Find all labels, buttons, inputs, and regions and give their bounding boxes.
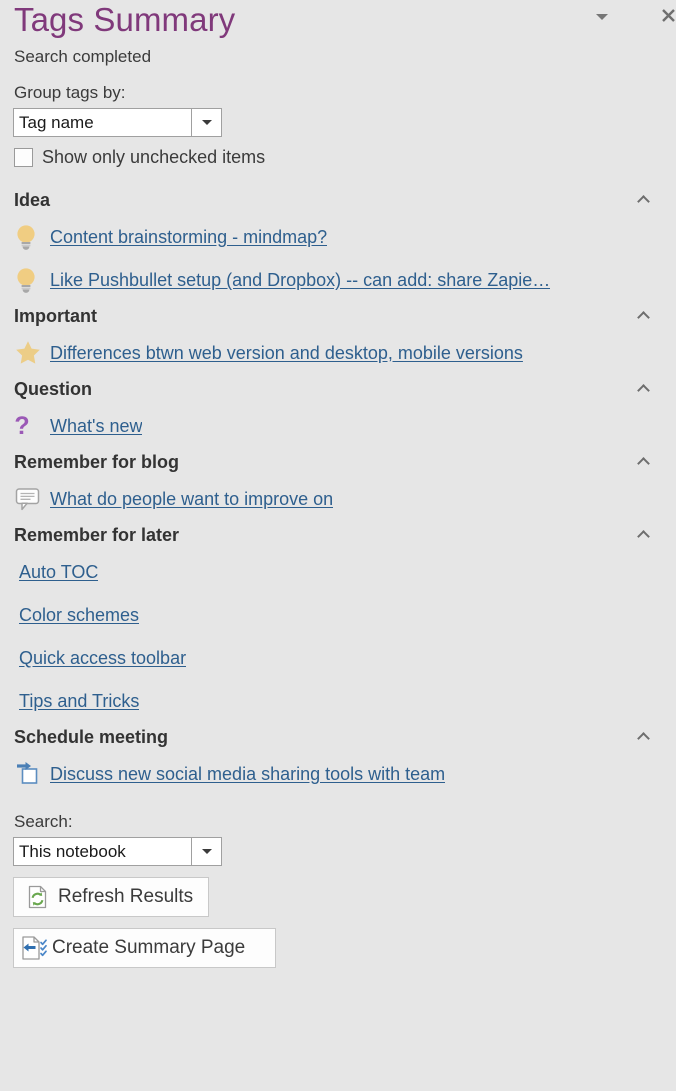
tag-item[interactable]: Content brainstorming - mindmap? [0,215,676,258]
schedule-meeting-icon [14,759,50,789]
create-summary-page-label: Create Summary Page [52,937,246,958]
tag-item[interactable]: Auto TOC [0,550,676,593]
group-tags-by-value[interactable]: Tag name [14,109,191,136]
tag-group-remember-for-later: Remember for later Auto TOC Color scheme… [0,520,676,722]
tag-item[interactable]: Tips and Tricks [0,679,676,722]
show-unchecked-items-checkbox[interactable]: Show only unchecked items [14,146,676,168]
tag-item[interactable]: ? What's new [0,404,676,447]
tag-item-link[interactable]: Differences btwn web version and desktop… [50,341,523,365]
pane-footer: Search: This notebook Refresh Results Cr… [0,811,676,968]
tag-item[interactable]: Color schemes [0,593,676,636]
search-scope-combobox[interactable]: This notebook [13,837,222,866]
search-scope-dropdown-arrow[interactable] [191,838,221,865]
tag-item[interactable]: Like Pushbullet setup (and Dropbox) -- c… [0,258,676,301]
caret-down-icon [201,849,212,854]
tag-group-idea: Idea Content brainstorming - mindmap? Li… [0,185,676,301]
checkbox-box-icon[interactable] [14,147,33,167]
chevron-up-icon [636,311,650,324]
tag-item[interactable]: Discuss new social media sharing tools w… [0,752,676,795]
tag-group-header[interactable]: Remember for blog [0,447,676,477]
pane-titlebar: Tags Summary [0,0,676,44]
group-tags-by-dropdown-arrow[interactable] [191,109,221,136]
tag-group-header[interactable]: Schedule meeting [0,722,676,752]
comment-bubble-icon [14,486,50,512]
tag-group-schedule-meeting: Schedule meeting Discuss new social medi… [0,722,676,795]
collapse-group-button[interactable] [634,454,652,470]
tag-group-header[interactable]: Remember for later [0,520,676,550]
tag-item-link[interactable]: Discuss new social media sharing tools w… [50,762,445,786]
lightbulb-icon [14,266,50,294]
caret-down-icon [201,120,212,125]
question-mark-icon: ? [14,412,50,440]
refresh-page-icon [22,885,52,909]
refresh-results-button[interactable]: Refresh Results [13,877,209,917]
tag-item-link[interactable]: Color schemes [19,603,139,627]
collapse-group-button[interactable] [634,192,652,208]
tag-group-title: Remember for later [14,525,180,545]
svg-text:?: ? [14,412,29,440]
tag-item-link[interactable]: What do people want to improve on [50,487,333,511]
lightbulb-icon [14,223,50,251]
chevron-up-icon [636,732,650,745]
tag-item[interactable]: Differences btwn web version and desktop… [0,331,676,374]
search-status-text: Search completed [14,47,152,66]
show-unchecked-items-label: Show only unchecked items [42,147,266,167]
tag-group-title: Question [14,379,93,399]
chevron-up-icon [636,195,650,208]
collapse-group-button[interactable] [634,729,652,745]
search-scope-label: Search: [14,812,73,831]
collapse-group-button[interactable] [634,381,652,397]
tag-item[interactable]: What do people want to improve on [0,477,676,520]
tag-groups-list: Idea Content brainstorming - mindmap? Li… [0,185,676,795]
tag-item-link[interactable]: Quick access toolbar [19,646,186,670]
collapse-group-button[interactable] [634,308,652,324]
caret-down-icon [596,14,608,20]
create-summary-page-button[interactable]: Create Summary Page [13,928,276,968]
tag-group-title: Important [14,306,97,326]
tag-item-link[interactable]: Tips and Tricks [19,689,139,713]
chevron-up-icon [636,384,650,397]
tag-item[interactable]: Quick access toolbar [0,636,676,679]
tag-group-header[interactable]: Question [0,374,676,404]
collapse-group-button[interactable] [634,527,652,543]
chevron-up-icon [636,457,650,470]
tag-item-link[interactable]: Auto TOC [19,560,98,584]
refresh-results-label: Refresh Results [58,886,194,907]
tag-group-important: Important Differences btwn web version a… [0,301,676,374]
tag-group-header[interactable]: Idea [0,185,676,215]
group-tags-by-label: Group tags by: [14,83,126,102]
tag-group-title: Idea [14,190,51,210]
page-title: Tags Summary [14,1,236,38]
chevron-up-icon [636,530,650,543]
group-tags-by-combobox[interactable]: Tag name [13,108,222,137]
tag-group-header[interactable]: Important [0,301,676,331]
close-icon [661,8,675,22]
tag-item-link[interactable]: What's new [50,414,142,438]
create-summary-page-icon [20,935,50,961]
tag-group-remember-for-blog: Remember for blog What do people want to… [0,447,676,520]
tag-item-link[interactable]: Like Pushbullet setup (and Dropbox) -- c… [50,268,550,292]
search-scope-value[interactable]: This notebook [14,838,191,865]
tag-group-question: Question ? What's new [0,374,676,447]
pane-options-dropdown-button[interactable] [588,2,616,32]
close-pane-button[interactable] [654,0,676,30]
tag-group-title: Schedule meeting [14,727,169,747]
tag-group-title: Remember for blog [14,452,180,472]
tag-item-link[interactable]: Content brainstorming - mindmap? [50,225,327,249]
star-icon [14,339,50,366]
